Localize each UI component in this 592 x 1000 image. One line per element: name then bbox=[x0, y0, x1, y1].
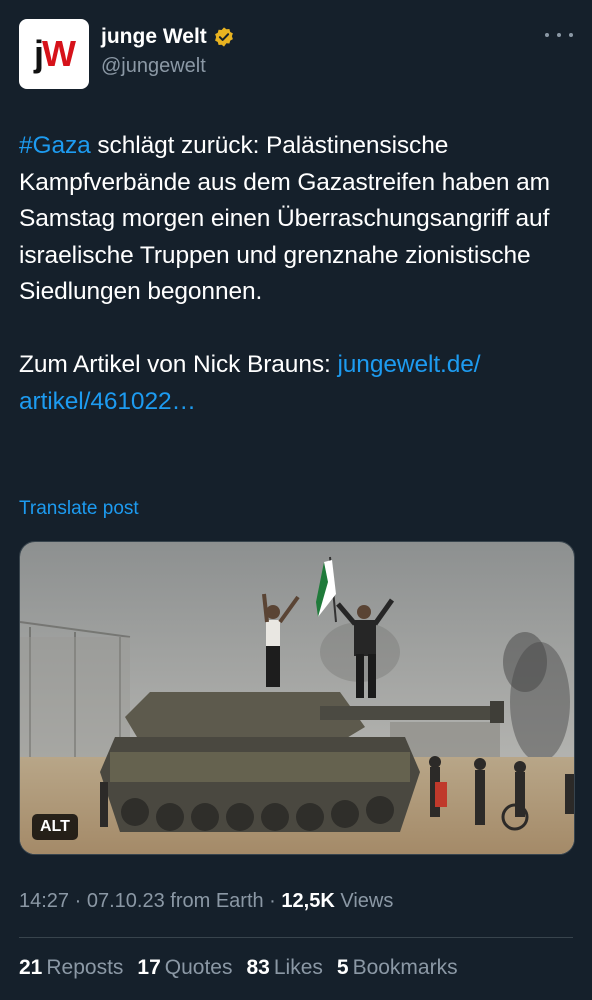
reposts-stat[interactable]: 21 Reposts bbox=[19, 956, 123, 980]
tweet-text: #Gaza schlägt zurück: Palästinensische K… bbox=[19, 128, 579, 420]
tweet-body: schlägt zurück: Palästinensische Kampfve… bbox=[19, 132, 550, 305]
views-label: Views bbox=[334, 890, 394, 912]
translate-post-link[interactable]: Translate post bbox=[19, 498, 139, 520]
hashtag-link[interactable]: #Gaza bbox=[19, 132, 91, 159]
tweet-paragraph-1: #Gaza schlägt zurück: Palästinensische K… bbox=[19, 128, 579, 311]
tweet-paragraph-2: Zum Artikel von Nick Brauns: jungewelt.d… bbox=[19, 347, 579, 420]
junge-welt-logo: jW bbox=[34, 33, 76, 74]
handle[interactable]: @jungewelt bbox=[101, 55, 235, 78]
engagement-stats: 21 Reposts 17 Quotes 83 Likes 5 Bookmarks bbox=[19, 956, 458, 980]
display-name[interactable]: junge Welt bbox=[101, 25, 207, 49]
tweet-header: jW junge Welt @jungewelt bbox=[19, 19, 573, 91]
more-options-icon[interactable] bbox=[545, 25, 573, 45]
author-info: junge Welt @jungewelt bbox=[101, 25, 235, 78]
verified-badge-icon bbox=[214, 27, 233, 47]
photo-tank-scene bbox=[20, 542, 574, 854]
alt-text-badge[interactable]: ALT bbox=[32, 814, 78, 840]
tweet-meta: 14:27 · 07.10.23 from Earth · 12,5K View… bbox=[19, 890, 394, 912]
avatar[interactable]: jW bbox=[19, 19, 89, 89]
likes-stat[interactable]: 83 Likes bbox=[246, 956, 322, 980]
post-date[interactable]: 07.10.23 bbox=[87, 890, 165, 912]
bookmarks-stat[interactable]: 5 Bookmarks bbox=[337, 956, 458, 980]
post-time[interactable]: 14:27 bbox=[19, 890, 69, 912]
views-count: 12,5K bbox=[281, 890, 335, 912]
post-source: from Earth bbox=[164, 890, 264, 912]
tweet-photo[interactable]: ALT bbox=[19, 541, 575, 855]
divider bbox=[19, 937, 573, 938]
article-prefix: Zum Artikel von Nick Brauns: bbox=[19, 351, 338, 378]
quotes-stat[interactable]: 17 Quotes bbox=[137, 956, 232, 980]
